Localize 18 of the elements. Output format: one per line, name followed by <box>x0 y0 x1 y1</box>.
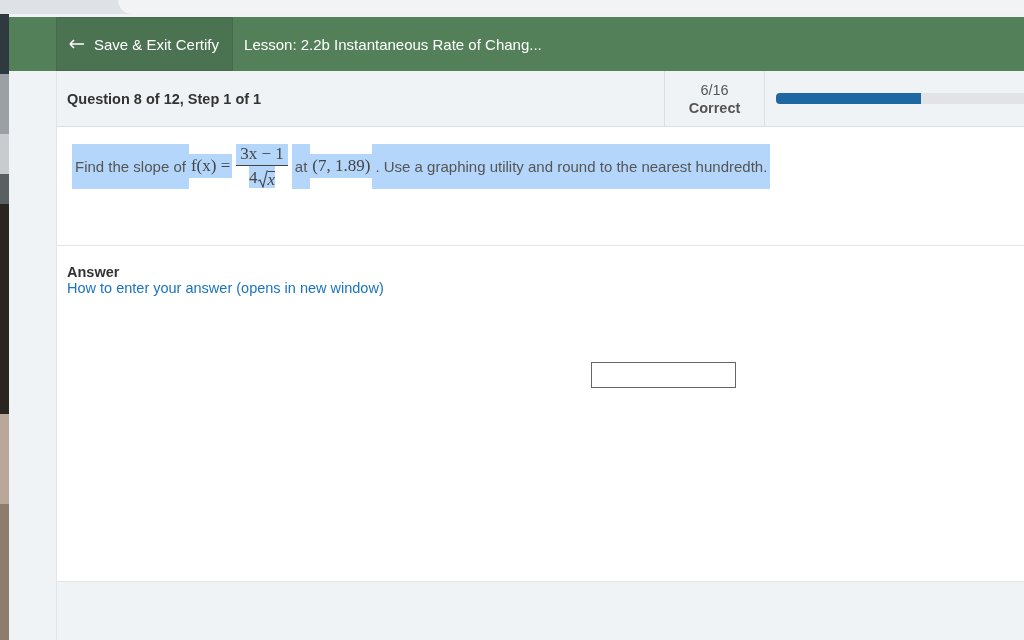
question-text: . Use a graphing utility and round to the nearest hundredth. <box>372 143 771 189</box>
save-exit-button[interactable]: Save & Exit Certify <box>56 17 234 71</box>
fraction-numerator: 3x − 1 <box>236 144 288 166</box>
answer-label: Answer <box>67 264 120 280</box>
question-text: Find the slope of <box>72 143 189 189</box>
arrow-left-icon <box>69 39 85 49</box>
help-link[interactable]: How to enter your answer (opens in new window) <box>67 280 384 296</box>
radicand: x <box>267 171 276 188</box>
radical-icon <box>257 170 268 188</box>
score-count: 6/16 <box>700 80 729 99</box>
lesson-title: Lesson: 2.2b Instantaneous Rate of Chang... <box>244 35 542 53</box>
point-coordinates: (7, 1.89) <box>310 154 373 178</box>
question-counter: Question 8 of 12, Step 1 of 1 <box>66 90 263 107</box>
score-label: Correct <box>688 98 741 117</box>
question-text: at <box>291 143 311 189</box>
answer-field[interactable] <box>591 362 736 388</box>
function-name: f(x) = <box>188 154 233 178</box>
denominator-coefficient: 4 <box>249 168 258 188</box>
